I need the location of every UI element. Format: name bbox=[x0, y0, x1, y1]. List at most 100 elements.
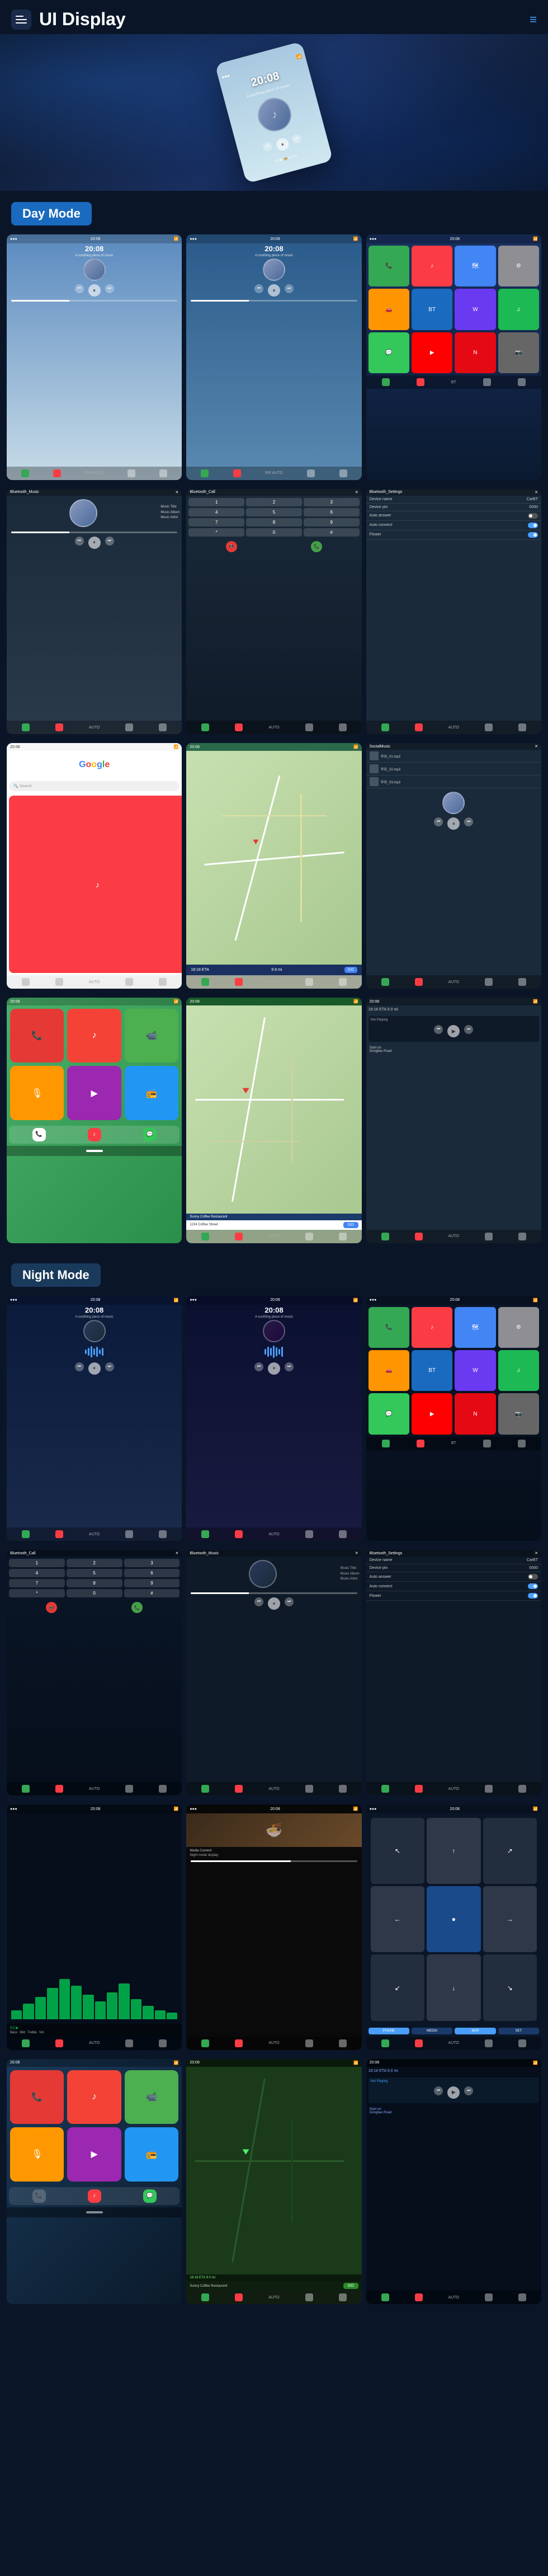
night-hangup[interactable]: 📵 bbox=[46, 1602, 57, 1613]
nm-set[interactable] bbox=[339, 2293, 347, 2301]
nnb-phone[interactable] bbox=[381, 2039, 389, 2047]
nag-camera[interactable]: 📷 bbox=[498, 1393, 539, 1434]
ml-play[interactable]: ⏸ bbox=[447, 817, 460, 830]
btm-set[interactable] bbox=[159, 723, 167, 731]
ios-app2[interactable]: 📻 bbox=[125, 1066, 178, 1120]
app-bt[interactable]: BT bbox=[412, 289, 452, 330]
play[interactable]: ⏸ bbox=[88, 284, 101, 297]
nnb-set[interactable] bbox=[518, 2039, 526, 2047]
nav-upleft[interactable]: ↖ bbox=[371, 1818, 424, 1884]
app-phone[interactable]: 📞 bbox=[369, 246, 409, 286]
nios-d2[interactable]: ♪ bbox=[88, 2189, 101, 2203]
nc-close[interactable]: ✕ bbox=[175, 1551, 178, 1555]
ns-phone[interactable] bbox=[381, 1785, 389, 1793]
ns-answer-toggle[interactable] bbox=[528, 1574, 538, 1580]
call-set[interactable] bbox=[339, 723, 347, 731]
btm-music[interactable] bbox=[55, 723, 63, 731]
next-btn[interactable]: ⏭ bbox=[291, 133, 303, 144]
nios-music[interactable]: ♪ bbox=[67, 2070, 121, 2124]
phone2[interactable] bbox=[201, 469, 209, 477]
nk-4[interactable]: 4 bbox=[9, 1569, 65, 1577]
key-star[interactable]: * bbox=[188, 528, 244, 537]
ns-connect-toggle[interactable] bbox=[528, 1583, 538, 1589]
nm2-prev[interactable]: ⏮ bbox=[254, 1362, 263, 1371]
gb-icon1[interactable] bbox=[22, 978, 30, 986]
gb-icon2[interactable] bbox=[55, 978, 63, 986]
nm2-play[interactable]: ⏸ bbox=[268, 1362, 280, 1375]
nios-home[interactable] bbox=[86, 2211, 103, 2213]
nc-music[interactable] bbox=[55, 1785, 63, 1793]
ml-phone[interactable] bbox=[381, 978, 389, 986]
answer-btn[interactable]: 📞 bbox=[311, 541, 322, 552]
np-nav[interactable] bbox=[485, 1233, 493, 1240]
set-phone[interactable] bbox=[381, 723, 389, 731]
np-next[interactable]: ⏭ bbox=[464, 1025, 473, 1034]
auto-answer-toggle[interactable] bbox=[528, 513, 538, 519]
bt-play[interactable]: ⏸ bbox=[88, 537, 101, 549]
nag-b-music[interactable] bbox=[417, 1440, 424, 1447]
app-msg[interactable]: 💬 bbox=[369, 332, 409, 373]
nag-yt[interactable]: ▶ bbox=[412, 1393, 452, 1434]
nag-music[interactable]: ♪ bbox=[412, 1307, 452, 1348]
nav-downleft[interactable]: ↙ bbox=[371, 1954, 424, 2020]
appgrid-phone[interactable] bbox=[382, 378, 390, 386]
nav2[interactable] bbox=[307, 469, 315, 477]
nk-0[interactable]: 0 bbox=[67, 1589, 122, 1597]
ns-flower-toggle[interactable] bbox=[528, 1593, 538, 1599]
ml-music[interactable] bbox=[415, 978, 423, 986]
map-music[interactable] bbox=[235, 978, 243, 986]
go-btn2[interactable]: GO bbox=[343, 1222, 358, 1228]
settings-icon[interactable] bbox=[159, 469, 167, 477]
nbm-close[interactable]: ✕ bbox=[355, 1551, 358, 1555]
call-phone[interactable] bbox=[201, 723, 209, 731]
nnb-btn2[interactable]: MEDIA bbox=[412, 2028, 452, 2034]
music-icon[interactable] bbox=[53, 469, 61, 477]
np-set[interactable] bbox=[518, 1233, 526, 1240]
nag-car[interactable]: 🚗 bbox=[369, 1350, 409, 1391]
dock-2[interactable]: ♪ bbox=[88, 1128, 101, 1141]
ios-home[interactable] bbox=[86, 1150, 103, 1152]
app-spotify[interactable]: ♫ bbox=[498, 289, 539, 330]
nk-6[interactable]: 6 bbox=[124, 1569, 180, 1577]
app-camera[interactable]: 📷 bbox=[498, 332, 539, 373]
nk-hash[interactable]: # bbox=[124, 1589, 180, 1597]
app-netflix[interactable]: N bbox=[455, 332, 495, 373]
ios-app1[interactable]: ▶ bbox=[67, 1066, 121, 1120]
np-play[interactable]: ▶ bbox=[447, 1025, 460, 1037]
appgrid-settings[interactable] bbox=[518, 378, 526, 386]
night-answer[interactable]: 📞 bbox=[131, 1602, 143, 1613]
nag-b-set[interactable] bbox=[518, 1440, 526, 1447]
key-6[interactable]: 6 bbox=[304, 508, 360, 516]
bt-call-close[interactable]: ✕ bbox=[355, 490, 358, 495]
gb-icon3[interactable] bbox=[125, 978, 133, 986]
nbm-next[interactable]: ⏭ bbox=[285, 1597, 294, 1606]
prev2[interactable]: ⏮ bbox=[254, 284, 263, 293]
nc-set[interactable] bbox=[159, 1785, 167, 1793]
nnp-prev[interactable]: ⏮ bbox=[434, 2086, 443, 2095]
app-youtube[interactable]: ▶ bbox=[412, 332, 452, 373]
nnp-play[interactable]: ▶ bbox=[447, 2086, 460, 2099]
bt-next[interactable]: ⏭ bbox=[105, 537, 114, 546]
nk-1[interactable]: 1 bbox=[9, 1559, 65, 1567]
nnp-next[interactable]: ⏭ bbox=[464, 2086, 473, 2095]
nbm-phone[interactable] bbox=[201, 1785, 209, 1793]
nk-2[interactable]: 2 bbox=[67, 1559, 122, 1567]
nw-set[interactable] bbox=[159, 2039, 167, 2047]
key-hash[interactable]: # bbox=[304, 528, 360, 537]
phone-icon[interactable] bbox=[21, 469, 29, 477]
ml-item3[interactable]: 华乐_03.mp3 bbox=[366, 775, 541, 788]
ns-close[interactable]: ✕ bbox=[535, 1551, 538, 1555]
nnp-nav[interactable] bbox=[485, 2293, 493, 2301]
m2-music[interactable] bbox=[235, 1233, 243, 1240]
nios-video[interactable]: 📹 bbox=[125, 2070, 178, 2124]
app-car[interactable]: 🚗 bbox=[369, 289, 409, 330]
ios-phone[interactable]: 📞 bbox=[10, 1009, 64, 1063]
set-settings[interactable] bbox=[518, 723, 526, 731]
nag-waze[interactable]: W bbox=[455, 1350, 495, 1391]
nm2-set[interactable] bbox=[339, 1530, 347, 1538]
np-phone[interactable] bbox=[381, 1233, 389, 1240]
app-music[interactable]: ♪ bbox=[412, 246, 452, 286]
nag-netflix[interactable]: N bbox=[455, 1393, 495, 1434]
nnb-nav[interactable] bbox=[485, 2039, 493, 2047]
nag-spotify[interactable]: ♫ bbox=[498, 1350, 539, 1391]
